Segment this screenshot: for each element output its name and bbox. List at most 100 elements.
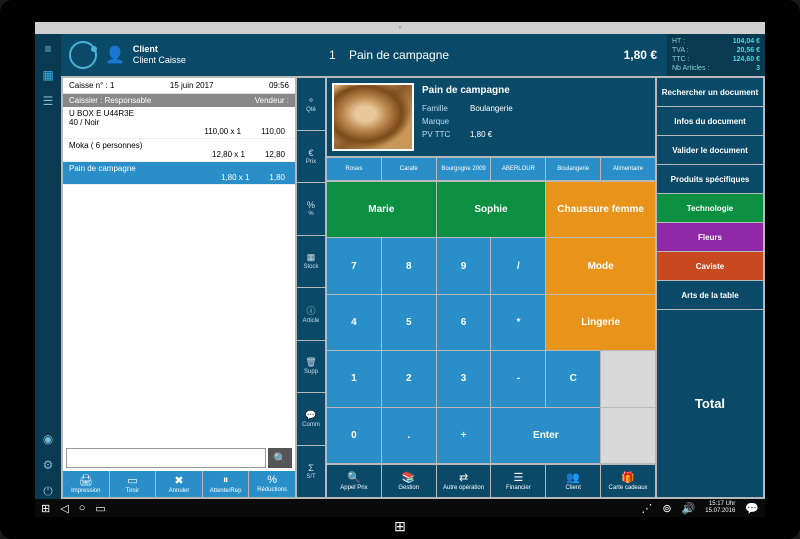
category-button[interactable]: Boulangerie	[546, 158, 600, 180]
ticket-action-réductions[interactable]: %Réductions	[249, 471, 295, 497]
product-detail: Pain de campagne FamilleBoulangerie Marq…	[327, 78, 655, 156]
ticket-date: 15 juin 2017	[170, 81, 214, 90]
network-icon[interactable]: ⋰	[641, 502, 652, 515]
power-icon[interactable]: ⏻	[43, 484, 53, 499]
keypad-button[interactable]: 8	[382, 238, 436, 293]
caisse-number: Caisse n° : 1	[69, 81, 114, 90]
ticket-line[interactable]: Pain de campagne1,80 x 11,80	[63, 162, 295, 185]
keypad-button[interactable]: 2	[382, 351, 436, 406]
keypad-button[interactable]: 3	[437, 351, 491, 406]
right-action-button[interactable]: Technologie	[657, 194, 763, 222]
tool-qté[interactable]: ⚬Qté	[297, 78, 325, 130]
current-item-bar: 1 Pain de campagne 1,80 €	[319, 34, 667, 76]
product-image	[332, 83, 414, 151]
left-sidebar: ≡ ▦ ☰ ◉ ⚙ ⏻	[35, 34, 61, 499]
app-icon[interactable]: ▭	[95, 502, 105, 515]
search-button[interactable]: 🔍	[268, 448, 292, 468]
keypad-button[interactable]: .	[382, 408, 436, 463]
vendor-label: Vendeur :	[255, 96, 289, 105]
list-icon[interactable]: ☰	[43, 94, 54, 108]
back-icon[interactable]: ◁	[60, 502, 68, 515]
shortcut-button[interactable]: Chaussure femme	[546, 182, 655, 237]
client-label: Client	[133, 44, 186, 55]
app-logo-icon	[69, 41, 97, 69]
category-button[interactable]: Alimentaire	[601, 158, 655, 180]
product-name: Pain de campagne	[422, 83, 513, 99]
ticket-time: 09:56	[269, 81, 289, 90]
right-action-button[interactable]: Arts de la table	[657, 281, 763, 309]
ticket-panel: Caisse n° : 1 15 juin 2017 09:56 Caissie…	[63, 78, 295, 497]
right-action-button[interactable]: Valider le document	[657, 136, 763, 164]
notification-icon[interactable]: 💬	[745, 502, 759, 515]
tool-%[interactable]: %%	[297, 183, 325, 235]
shortcut-button[interactable]: Marie	[327, 182, 436, 237]
right-action-button[interactable]: Produits spécifiques	[657, 165, 763, 193]
category-button[interactable]: Carafe	[382, 158, 436, 180]
keypad-button	[601, 408, 655, 463]
menu-icon[interactable]: ≡	[44, 42, 51, 56]
item-name: Pain de campagne	[349, 48, 624, 62]
totals-panel: HT :104,04 € TVA :20,56 € TTC :124,60 € …	[667, 34, 765, 76]
shortcut-button[interactable]: Lingerie	[546, 295, 655, 350]
keypad-button[interactable]: *	[491, 295, 545, 350]
category-button[interactable]: ABERLOUR	[491, 158, 545, 180]
tool-comm[interactable]: 💬Comm	[297, 393, 325, 445]
bottom-action[interactable]: 🎁Carte cadeaux	[601, 465, 655, 497]
tool-stock[interactable]: ▦Stock	[297, 236, 325, 288]
right-actions: Rechercher un documentInfos du documentV…	[657, 78, 763, 497]
ticket-action-tiroir[interactable]: ▭Tiroir	[110, 471, 156, 497]
shortcut-button[interactable]: Sophie	[437, 182, 546, 237]
wifi-icon[interactable]: ⊚	[662, 502, 671, 515]
ticket-action-annuler[interactable]: ✖Annuler	[156, 471, 202, 497]
keypad-button	[601, 351, 655, 406]
right-action-button[interactable]: Rechercher un document	[657, 78, 763, 106]
keypad-button[interactable]: /	[491, 238, 545, 293]
window-titlebar: ⚬	[35, 22, 765, 34]
ticket-action-impression[interactable]: 🖨Impression	[63, 471, 109, 497]
item-qty: 1	[329, 48, 349, 62]
client-panel[interactable]: 👤 Client Client Caisse	[61, 34, 319, 76]
bottom-action[interactable]: 📚Gestion	[382, 465, 436, 497]
tool-prix[interactable]: €Prix	[297, 131, 325, 183]
cortana-icon[interactable]: ○	[79, 502, 86, 514]
bottom-action[interactable]: 🔍Appel Prix	[327, 465, 381, 497]
bottom-action[interactable]: ☰Financier	[491, 465, 545, 497]
right-action-button[interactable]: Fleurs	[657, 223, 763, 251]
tool-article[interactable]: ⓘArticle	[297, 288, 325, 340]
right-action-button[interactable]: Caviste	[657, 252, 763, 280]
volume-icon[interactable]: 🔊	[682, 502, 696, 515]
user-icon[interactable]: ◉	[43, 432, 53, 446]
bottom-action[interactable]: ⇄Autre opération	[437, 465, 491, 497]
enter-button[interactable]: Enter	[491, 408, 600, 463]
right-action-button[interactable]: Total	[657, 310, 763, 497]
keypad-button[interactable]: 9	[437, 238, 491, 293]
keypad-button[interactable]: 0	[327, 408, 381, 463]
search-input[interactable]	[66, 448, 266, 468]
settings-icon[interactable]: ⚙	[43, 458, 54, 472]
ticket-action-attente/rep[interactable]: ⏸Attente/Rep	[203, 471, 249, 497]
ticket-line[interactable]: U BOX E U44R3E40 / Noir110,00 x 1110,00	[63, 107, 295, 139]
taskbar-clock[interactable]: 15:17 Uhr 15.07.2016	[705, 501, 735, 514]
tool-supp[interactable]: 🗑Supp	[297, 341, 325, 393]
keypad-button[interactable]: 6	[437, 295, 491, 350]
tool-s/t[interactable]: ΣS/T	[297, 446, 325, 498]
category-button[interactable]: Roses	[327, 158, 381, 180]
keypad-button[interactable]: 4	[327, 295, 381, 350]
keypad-button[interactable]: -	[491, 351, 545, 406]
windows-start-icon[interactable]: ⊞	[41, 502, 50, 515]
keypad-button[interactable]: 1	[327, 351, 381, 406]
right-action-button[interactable]: Infos du document	[657, 107, 763, 135]
ticket-line[interactable]: Moka ( 6 personnes)12,80 x 112,80	[63, 139, 295, 162]
category-button[interactable]: Bourgogne 2009	[437, 158, 491, 180]
grid-icon[interactable]: ▦	[42, 68, 53, 82]
person-icon: 👤	[105, 45, 125, 65]
keypad-button[interactable]: 7	[327, 238, 381, 293]
cashier-label: Caissier : Responsable	[69, 96, 151, 105]
keypad-button[interactable]: +	[437, 408, 491, 463]
shortcut-button[interactable]: Mode	[546, 238, 655, 293]
keypad-button[interactable]: C	[546, 351, 600, 406]
client-name: Client Caisse	[133, 55, 186, 66]
taskbar: ⊞ ◁ ○ ▭ ⋰ ⊚ 🔊 15:17 Uhr 15.07.2016 💬	[35, 499, 765, 517]
bottom-action[interactable]: 👥Client	[546, 465, 600, 497]
keypad-button[interactable]: 5	[382, 295, 436, 350]
